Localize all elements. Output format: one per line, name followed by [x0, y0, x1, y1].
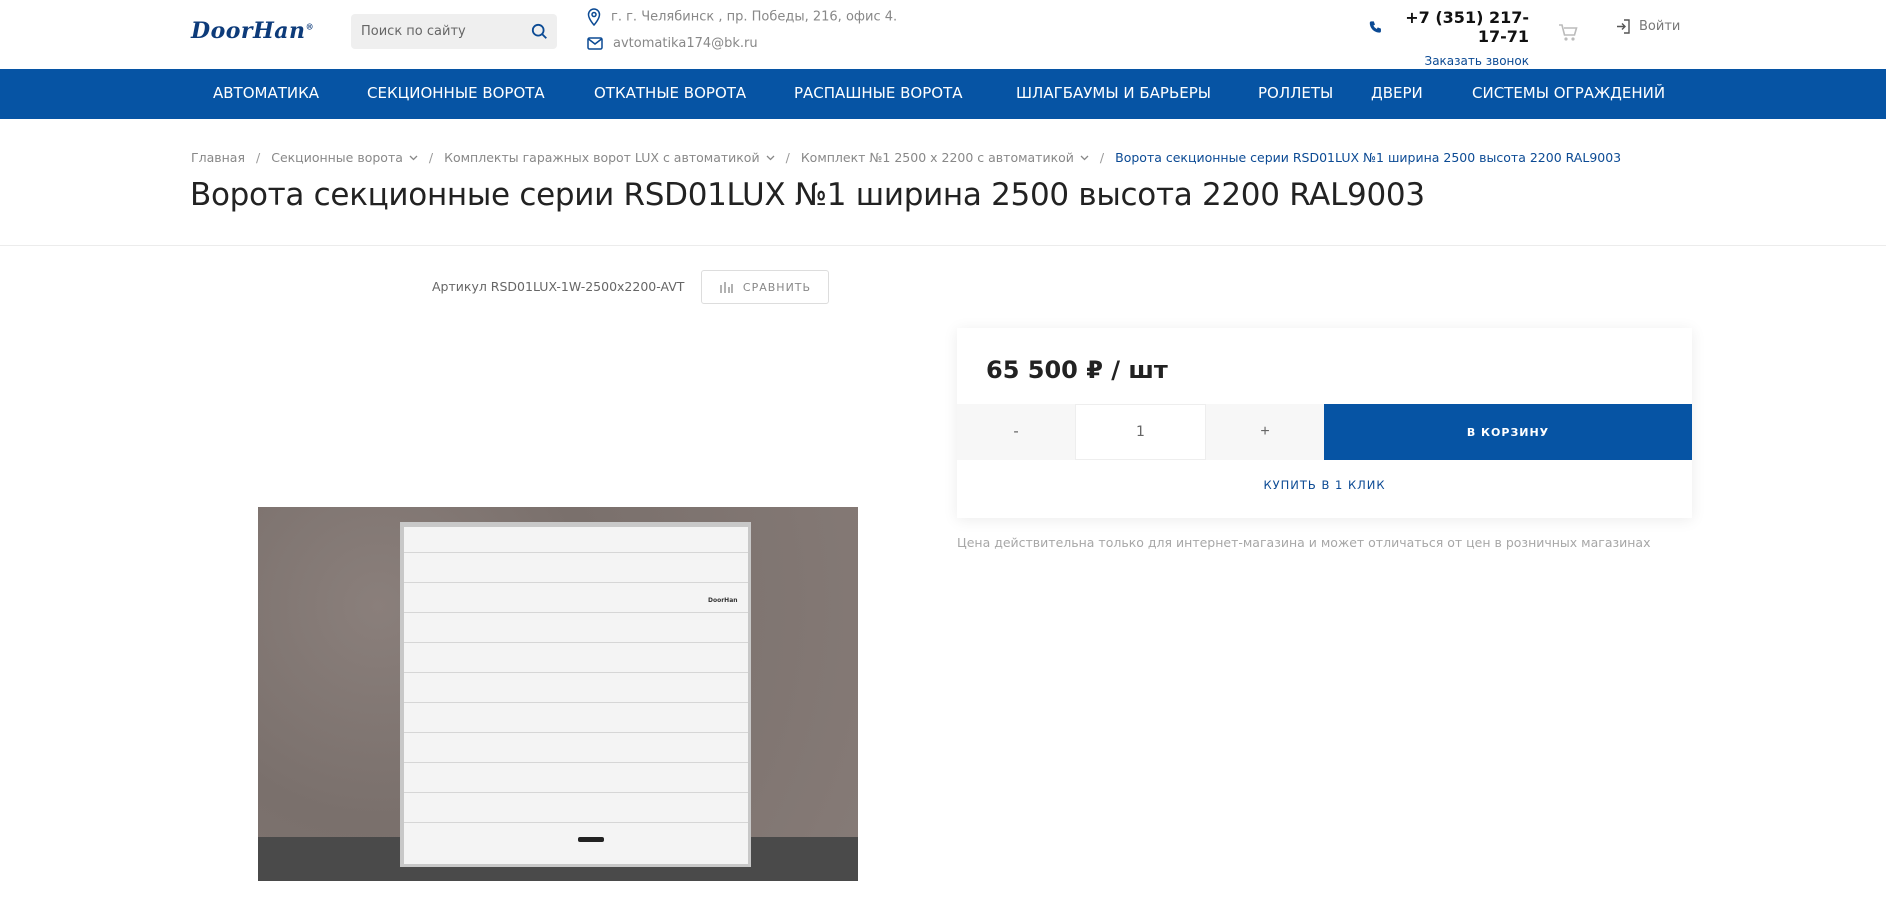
buy-one-click-link[interactable]: КУПИТЬ В 1 КЛИК [957, 478, 1692, 492]
email[interactable]: avtomatika174@bk.ru [587, 36, 758, 51]
search-box [351, 14, 557, 49]
quantity-input[interactable] [1075, 404, 1206, 460]
mail-icon [587, 37, 603, 50]
breadcrumb-label: Комплект №1 2500 x 2200 с автоматикой [800, 150, 1074, 165]
price-note: Цена действительна только для интернет-м… [957, 535, 1651, 550]
nav-item-rollers[interactable]: РОЛЛЕТЫ [1258, 84, 1333, 102]
nav-item-sliding-gates[interactable]: ОТКАТНЫЕ ВОРОТА [594, 84, 746, 102]
image-gate-panel-line [404, 552, 748, 553]
image-gate-panel-line [404, 672, 748, 673]
phone-number[interactable]: +7 (351) 217-17-71 [1369, 8, 1529, 46]
chevron-down-icon [1080, 155, 1089, 160]
chevron-down-icon [409, 155, 418, 160]
image-gate-handle [578, 837, 604, 842]
image-gate-panel-line [404, 762, 748, 763]
breadcrumb-sectional-gates[interactable]: Секционные ворота [271, 150, 418, 165]
logo-text: DoorHan [191, 18, 306, 44]
page-title: Ворота секционные серии RSD01LUX №1 шири… [190, 177, 1425, 213]
doorhan-logo[interactable]: DoorHan® [191, 18, 314, 44]
compare-button[interactable]: СРАВНИТЬ [701, 270, 829, 304]
breadcrumb-lux-kits[interactable]: Комплекты гаражных ворот LUX с автоматик… [444, 150, 775, 165]
phone-text: +7 (351) 217-17-71 [1405, 8, 1529, 46]
breadcrumb-current: Ворота секционные серии RSD01LUX №1 шири… [1115, 150, 1622, 165]
logo-registered-mark: ® [305, 21, 315, 32]
breadcrumb-separator: / [428, 150, 434, 165]
main-nav: АВТОМАТИКА СЕКЦИОННЫЕ ВОРОТА ОТКАТНЫЕ ВО… [0, 69, 1886, 119]
quantity-increase-button[interactable]: + [1206, 404, 1324, 460]
breadcrumb-separator: / [785, 150, 790, 165]
breadcrumb-separator: / [256, 150, 261, 165]
quantity-decrease-button[interactable]: - [957, 404, 1075, 460]
product-sku: Артикул RSD01LUX-1W-2500x2200-AVT [432, 279, 685, 294]
nav-item-automation[interactable]: АВТОМАТИКА [213, 84, 319, 102]
nav-item-fencing[interactable]: СИСТЕМЫ ОГРАЖДЕНИЙ [1472, 84, 1665, 102]
image-gate-logo: DoorHan [708, 597, 738, 604]
email-text: avtomatika174@bk.ru [613, 36, 758, 51]
header-divider [0, 245, 1886, 246]
search-input[interactable] [351, 14, 516, 49]
image-gate-panel-line [404, 822, 748, 823]
login-button[interactable]: Войти [1616, 19, 1680, 34]
callback-link[interactable]: Заказать звонок [1369, 54, 1530, 68]
nav-item-doors[interactable]: ДВЕРИ [1371, 84, 1423, 102]
breadcrumb-label: Комплекты гаражных ворот LUX с автоматик… [444, 150, 760, 165]
location-icon [587, 8, 601, 27]
product-image[interactable]: DoorHan [258, 507, 858, 881]
purchase-card: 65 500 ₽ / шт - + В КОРЗИНУ КУПИТЬ В 1 К… [957, 328, 1692, 518]
nav-item-barriers[interactable]: ШЛАГБАУМЫ И БАРЬЕРЫ [1016, 84, 1211, 102]
chevron-down-icon [766, 155, 775, 160]
phone-block: +7 (351) 217-17-71 Заказать звонок [1369, 8, 1529, 68]
image-gate-door [404, 527, 748, 864]
image-gate-panel-line [404, 642, 748, 643]
site-header: DoorHan® г. г. Челябинск , пр. Победы, 2… [0, 0, 1886, 69]
login-label: Войти [1639, 19, 1681, 34]
phone-icon [1369, 21, 1381, 33]
image-gate-panel-line [404, 702, 748, 703]
compare-icon [720, 282, 733, 293]
search-icon[interactable] [531, 23, 549, 41]
nav-item-swing-gates[interactable]: РАСПАШНЫЕ ВОРОТА [794, 84, 963, 102]
breadcrumb-label: Секционные ворота [271, 150, 403, 165]
address-text: г. г. Челябинск , пр. Победы, 216, офис … [611, 9, 898, 25]
image-gate-panel-line [404, 732, 748, 733]
cart-icon[interactable] [1557, 21, 1579, 43]
image-gate-panel-line [404, 612, 748, 613]
breadcrumb-separator: / [1099, 150, 1105, 165]
compare-label: СРАВНИТЬ [742, 280, 812, 294]
add-to-cart-button[interactable]: В КОРЗИНУ [1324, 404, 1692, 460]
image-gate-panel-line [404, 582, 748, 583]
nav-item-sectional-gates[interactable]: СЕКЦИОННЫЕ ВОРОТА [367, 84, 545, 102]
login-icon [1617, 19, 1630, 34]
breadcrumb-kit-1[interactable]: Комплект №1 2500 x 2200 с автоматикой [801, 150, 1089, 165]
breadcrumb: Главная / Секционные ворота / Комплекты … [191, 150, 1621, 165]
product-price: 65 500 ₽ / шт [986, 356, 1168, 384]
image-gate-panel-line [404, 792, 748, 793]
breadcrumb-home[interactable]: Главная [191, 150, 245, 165]
address: г. г. Челябинск , пр. Победы, 216, офис … [587, 8, 898, 27]
